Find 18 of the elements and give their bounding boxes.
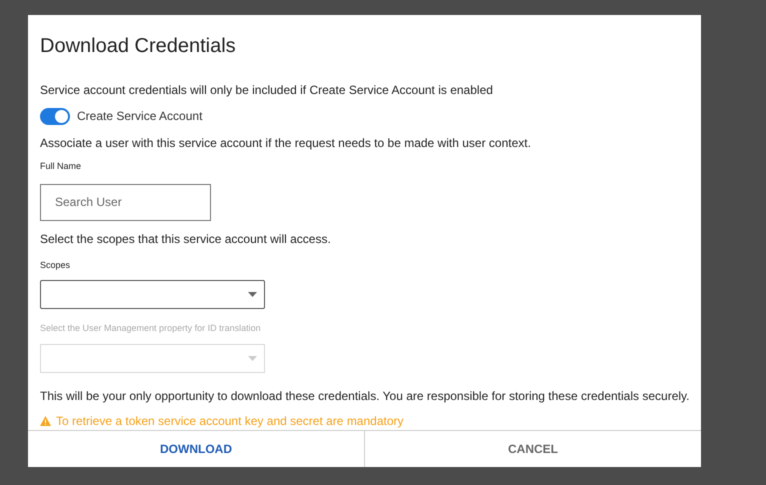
scopes-text: Select the scopes that this service account will access. <box>40 230 332 248</box>
toggle-switch[interactable] <box>40 108 70 124</box>
field-label: Scopes <box>40 258 72 272</box>
caret-icon <box>248 356 257 360</box>
search-user-field[interactable]: Search User <box>40 184 211 220</box>
notice-text: Service account credentials will only be included if Create Service Account is enabled <box>40 82 494 99</box>
cancel-button[interactable]: CANCEL <box>364 431 701 467</box>
caret-icon <box>248 292 257 297</box>
field-label: Select the User Management property for ID translation <box>40 322 262 335</box>
associate-text: Associate a user with this service account if the request needs to be made with user context. <box>40 135 532 152</box>
responsibility-text: This will be your only opportunity to download these credentials. You are responsible for storing these credentials securely. <box>40 388 689 404</box>
dialog-title: Download Credentials <box>40 34 237 59</box>
warning-icon <box>40 416 51 426</box>
field-label: Full Name <box>40 160 82 173</box>
warning-text: To retrieve a token service account key and secret are mandatory <box>56 412 404 430</box>
select-field[interactable] <box>40 280 265 309</box>
toggle-label: Create Service Account <box>77 108 202 125</box>
download-button[interactable]: DOWNLOAD <box>28 431 364 467</box>
